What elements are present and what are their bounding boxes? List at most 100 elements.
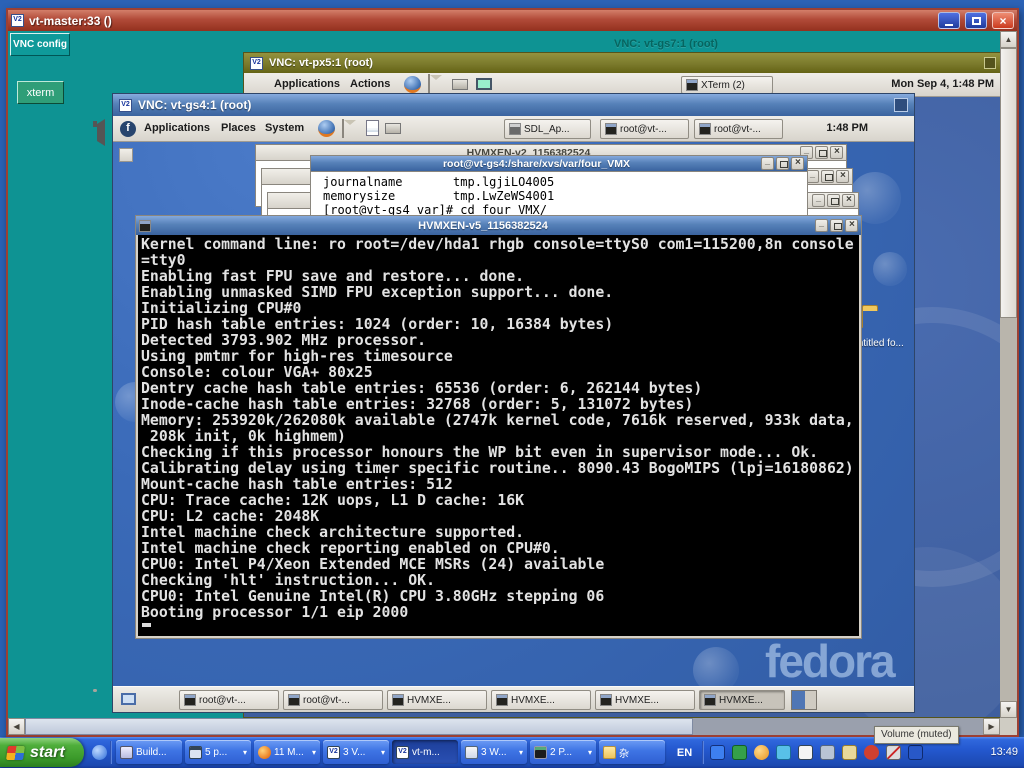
hvmxen-v5-titlebar[interactable]: HVMXEN-v5_1156382524	[136, 216, 861, 235]
volume-muted-icon[interactable]	[886, 745, 901, 760]
group-arrow-icon: ▾	[381, 748, 385, 757]
active-workspace[interactable]	[792, 691, 805, 709]
task-button-folder[interactable]: 杂	[599, 740, 665, 764]
window-menu-button[interactable]	[894, 98, 908, 112]
fedora-menu-icon[interactable]: f	[120, 121, 136, 137]
vt-gs4-window: VNC: vt-gs4:1 (root) f Applications Plac…	[112, 93, 915, 713]
email-icon[interactable]	[342, 119, 344, 138]
menu-places[interactable]: Places	[221, 122, 256, 134]
minimize-button[interactable]	[812, 194, 825, 207]
maximize-button[interactable]	[830, 219, 843, 232]
window-menu-button[interactable]	[984, 57, 996, 69]
network-icon[interactable]	[710, 745, 725, 760]
display-icon[interactable]	[476, 78, 492, 90]
window-list-xterm[interactable]: XTerm (2)	[681, 76, 773, 94]
volume-icon[interactable]	[97, 119, 105, 146]
task-button-explorer-group[interactable]: 3 W... ▾	[461, 740, 527, 764]
vnc-server-icon[interactable]	[798, 745, 813, 760]
close-button[interactable]	[836, 170, 849, 183]
taskbar-button-root-terminal-2[interactable]: root@vt-...	[283, 690, 383, 710]
menu-system[interactable]: System	[265, 122, 304, 134]
vt-gs7-window-title[interactable]: VNC: vt-gs7:1 (root)	[614, 38, 718, 50]
task-button-vt-master-active[interactable]: vt-m...	[392, 740, 458, 764]
horizontal-scrollbar[interactable]: ◀ ▶	[8, 718, 1000, 735]
vnc-config-window[interactable]: VNC config	[10, 33, 70, 56]
menu-applications[interactable]: Applications	[144, 122, 210, 134]
window-list-sdl-app[interactable]: SDL_Ap...	[504, 119, 591, 139]
minimize-button[interactable]	[815, 219, 828, 232]
workspace-switcher[interactable]	[791, 690, 817, 710]
taskbar-button-label: root@vt-...	[303, 695, 350, 706]
group-arrow-icon: ▾	[588, 748, 592, 757]
vt-px5-titlebar[interactable]: VNC: vt-px5:1 (root)	[244, 53, 1000, 73]
vt-master-titlebar[interactable]: vt-master:33 () ×	[8, 10, 1017, 31]
task-label: 2 P...	[550, 747, 585, 758]
web-browser-icon[interactable]	[404, 76, 421, 93]
close-button[interactable]: ×	[992, 12, 1014, 29]
task-button-putty-group[interactable]: 5 p... ▾	[185, 740, 251, 764]
window-fragment	[119, 148, 133, 162]
maximize-button[interactable]	[776, 157, 789, 170]
terminal-icon	[605, 123, 617, 135]
language-indicator[interactable]: EN	[672, 741, 697, 764]
task-button-browser-group[interactable]: 11 M... ▾	[254, 740, 320, 764]
taskbar-button-hvmxen-2[interactable]: HVMXE...	[491, 690, 591, 710]
close-button[interactable]	[845, 219, 858, 232]
px5-clock[interactable]: Mon Sep 4, 1:48 PM	[891, 78, 994, 90]
menu-actions[interactable]: Actions	[350, 78, 390, 90]
maximize-button[interactable]	[821, 170, 834, 183]
taskbar-button-hvmxen-1[interactable]: HVMXE...	[387, 690, 487, 710]
xp-clock[interactable]: 13:49	[990, 746, 1018, 758]
taskbar-button-root-terminal-1[interactable]: root@vt-...	[179, 690, 279, 710]
email-icon[interactable]	[428, 74, 430, 93]
gs4-clock[interactable]: 1:48 PM	[826, 122, 868, 134]
maximize-button[interactable]	[827, 194, 840, 207]
vertical-scrollbar[interactable]: ▲ ▼	[1000, 31, 1017, 718]
maximize-button[interactable]	[815, 146, 828, 159]
close-button[interactable]	[830, 146, 843, 159]
printer-icon[interactable]	[385, 123, 401, 134]
printer-icon[interactable]	[452, 79, 468, 90]
task-button-vnc-group[interactable]: 3 V... ▾	[323, 740, 389, 764]
four-vmx-title: root@vt-gs4:/share/xvs/var/four_VMX	[314, 158, 759, 170]
close-button[interactable]	[842, 194, 855, 207]
chat-icon[interactable]	[776, 745, 791, 760]
vertical-scroll-thumb[interactable]	[1000, 48, 1017, 318]
vt-gs4-titlebar[interactable]: VNC: vt-gs4:1 (root)	[113, 94, 914, 116]
display-icon[interactable]	[820, 745, 835, 760]
window-list-root-terminal-1[interactable]: root@vt-...	[600, 119, 689, 139]
firefox-icon[interactable]	[318, 120, 335, 137]
taskbar-button-hvmxen-3[interactable]: HVMXE...	[595, 690, 695, 710]
minimize-button[interactable]	[938, 12, 960, 29]
scroll-right-arrow[interactable]: ▶	[983, 718, 1000, 735]
security-icon[interactable]	[864, 745, 879, 760]
menu-applications[interactable]: Applications	[274, 78, 340, 90]
scroll-up-arrow[interactable]: ▲	[1000, 31, 1017, 48]
hvmxen-v5-terminal-screen[interactable]: Kernel command line: ro root=/dev/hda1 r…	[138, 235, 859, 636]
minimize-button[interactable]	[761, 157, 774, 170]
close-button[interactable]	[791, 157, 804, 170]
resize-corner[interactable]	[1000, 718, 1017, 735]
maximize-button[interactable]	[965, 12, 987, 29]
quick-launch-icon[interactable]	[92, 745, 107, 760]
document-icon[interactable]	[366, 120, 379, 136]
antivirus-shield-icon[interactable]	[732, 745, 747, 760]
update-icon[interactable]	[754, 745, 769, 760]
four-vmx-titlebar[interactable]: root@vt-gs4:/share/xvs/var/four_VMX	[310, 155, 808, 172]
scroll-down-arrow[interactable]: ▼	[1000, 701, 1017, 718]
start-button[interactable]: start	[0, 738, 84, 767]
taskbar-divider	[110, 741, 112, 764]
clipboard-icon[interactable]	[842, 745, 857, 760]
ime-icon[interactable]	[908, 745, 923, 760]
horizontal-scroll-thumb[interactable]	[25, 718, 693, 735]
taskbar-button-hvmxen-4-active[interactable]: HVMXE...	[699, 690, 785, 710]
taskbar-button-label: HVMXE...	[615, 695, 659, 706]
xterm-icon-button[interactable]: xterm	[17, 81, 64, 104]
window-list-root-terminal-2[interactable]: root@vt-...	[694, 119, 783, 139]
task-button-terminal-group[interactable]: 2 P... ▾	[530, 740, 596, 764]
show-desktop-icon[interactable]	[121, 693, 136, 705]
scroll-left-arrow[interactable]: ◀	[8, 718, 25, 735]
task-button-build[interactable]: Build...	[116, 740, 182, 764]
window-list-label: XTerm (2)	[701, 80, 745, 91]
terminal-icon	[699, 123, 711, 135]
